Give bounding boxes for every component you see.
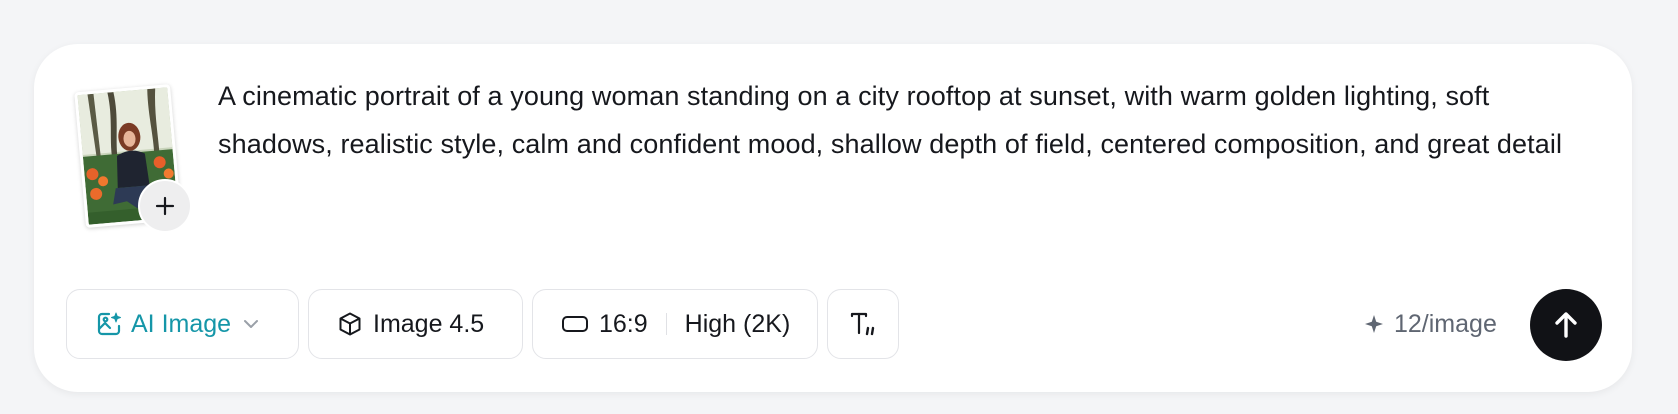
model-select-button[interactable]: Image 4.5 <box>308 289 523 359</box>
text-quote-icon <box>848 310 878 338</box>
model-type-dropdown[interactable]: AI Image <box>66 289 299 359</box>
send-button[interactable] <box>1530 289 1602 361</box>
ratio-label: 16:9 <box>599 309 648 338</box>
reference-image-area <box>74 84 196 236</box>
add-reference-image-button[interactable] <box>138 179 192 233</box>
ratio-quality-button[interactable]: 16:9 High (2K) <box>532 289 818 359</box>
ai-image-icon <box>95 310 123 338</box>
model-type-label: AI Image <box>131 309 232 338</box>
quality-label: High (2K) <box>684 309 791 338</box>
aspect-ratio-icon <box>561 314 589 334</box>
arrow-up-icon <box>1550 309 1582 341</box>
chevron-down-icon <box>241 314 261 334</box>
divider <box>665 313 667 335</box>
text-style-button[interactable] <box>827 289 899 359</box>
sparkle-icon <box>1364 314 1384 334</box>
cost-label: 12/image <box>1394 309 1497 338</box>
prompt-input[interactable]: A cinematic portrait of a young woman st… <box>218 72 1608 168</box>
model-label: Image 4.5 <box>373 309 485 338</box>
plus-icon <box>155 196 175 216</box>
cube-icon <box>337 311 363 337</box>
cost-indicator: 12/image <box>1364 306 1497 342</box>
